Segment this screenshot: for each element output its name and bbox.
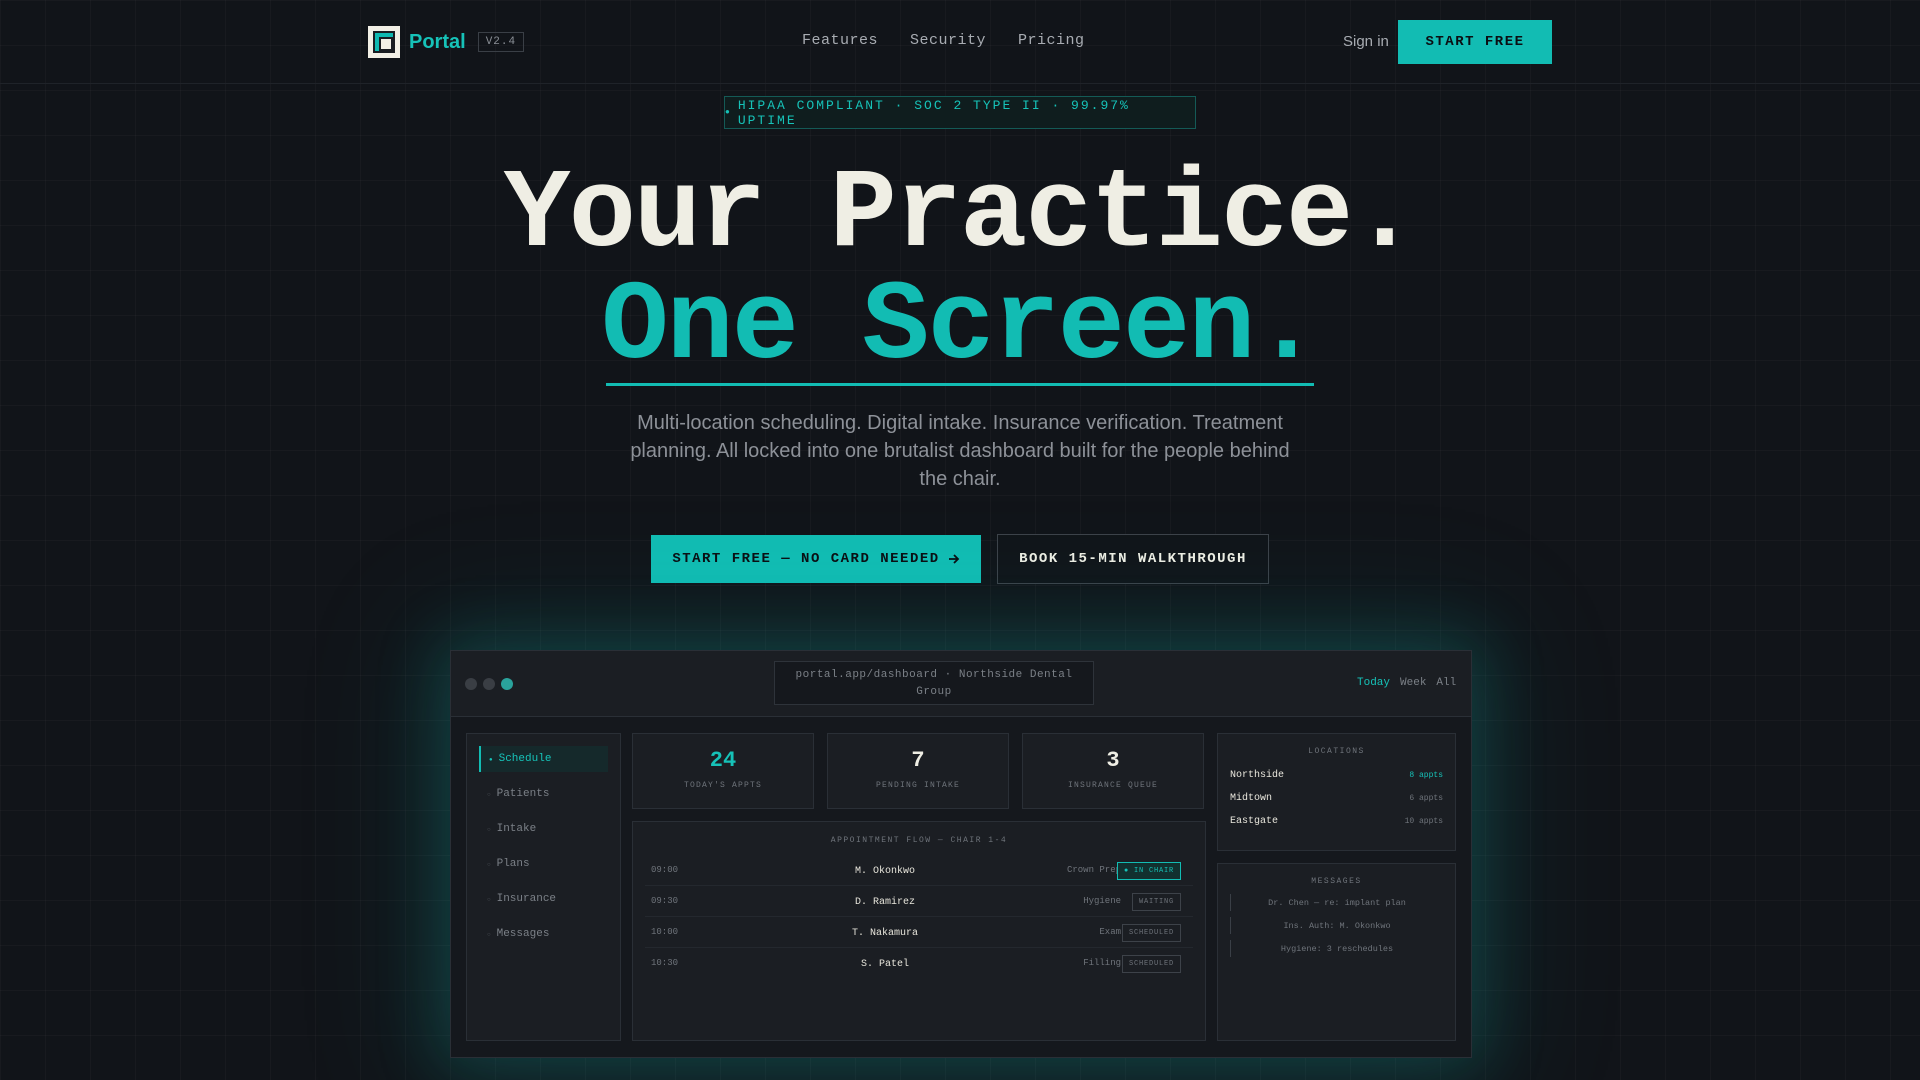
nav-link-features[interactable]: Features (802, 32, 878, 49)
patient-name: D. Ramirez (854, 897, 915, 908)
headline-underline (606, 383, 1314, 386)
location-name: Northside (1230, 770, 1285, 781)
sidebar-item-label: Insurance (496, 893, 557, 905)
stat-card-insurance-queue: 3 INSURANCE QUEUE (1022, 733, 1204, 809)
table-row[interactable]: 10:30 S. Patel Filling SCHEDULED (645, 948, 1193, 979)
status-badge: SCHEDULED (1121, 924, 1181, 942)
location-row[interactable]: Midtown 6 appts (1218, 787, 1455, 810)
bullet-icon: ● (489, 755, 493, 763)
patient-name: S. Patel (860, 959, 909, 970)
arrow-right-icon (948, 554, 959, 564)
stat-card-pending-intake: 7 PENDING INTAKE (827, 733, 1009, 809)
window-controls (465, 678, 513, 690)
sidebar-item-intake[interactable]: ○ Intake (479, 816, 608, 842)
window-dot-icon (501, 678, 513, 690)
table-row[interactable]: 09:00 M. Okonkwo Crown Prep ● IN CHAIR (645, 855, 1193, 886)
book-walkthrough-button[interactable]: BOOK 15-MIN WALKTHROUGH (997, 534, 1269, 584)
window-titlebar: portal.app/dashboard · Northside Dental … (451, 651, 1471, 717)
compliance-badge: ● HIPAA COMPLIANT · SOC 2 TYPE II · 99.9… (724, 96, 1196, 129)
sidebar-item-plans[interactable]: ○ Plans (479, 851, 608, 877)
top-nav: Portal V2.4 Features Security Pricing Si… (0, 0, 1920, 84)
stat-label: TODAY'S APPTS (683, 781, 762, 790)
appointment-time: 10:00 (651, 927, 679, 937)
sidebar-item-label: Intake (496, 823, 537, 835)
appointment-type: Filling (1083, 958, 1121, 968)
status-badge: ● IN CHAIR (1116, 862, 1181, 880)
locations-panel: LOCATIONS Northside 8 appts Midtown 6 ap… (1217, 733, 1456, 851)
window-dot-icon (483, 678, 495, 690)
appointment-flow-panel: APPOINTMENT FLOW — CHAIR 1-4 09:00 M. Ok… (632, 821, 1206, 1041)
nav-link-pricing[interactable]: Pricing (1018, 32, 1085, 49)
dashboard-preview: portal.app/dashboard · Northside Dental … (450, 650, 1472, 1058)
location-count: 6 appts (1409, 794, 1443, 803)
window-dot-icon (465, 678, 477, 690)
message-item[interactable]: Ins. Auth: M. Okonkwo (1230, 917, 1443, 934)
compliance-badge-text: HIPAA COMPLIANT · SOC 2 TYPE II · 99.97%… (737, 97, 1130, 128)
headline-line-2: One Screen. (601, 264, 1320, 391)
start-free-button[interactable]: START FREE (1398, 20, 1552, 64)
version-badge: V2.4 (477, 32, 525, 52)
tab-all[interactable]: All (1436, 677, 1456, 689)
sidebar-item-label: Schedule (498, 753, 552, 765)
sidebar-item-schedule[interactable]: ● Schedule (479, 746, 608, 772)
stat-label: PENDING INTAKE (875, 781, 960, 790)
sidebar-item-messages[interactable]: ○ Messages (479, 921, 608, 947)
table-row[interactable]: 10:00 T. Nakamura Exam SCHEDULED (645, 917, 1193, 948)
bullet-icon: ○ (487, 790, 491, 798)
locations-title: LOCATIONS (1308, 747, 1365, 756)
stat-value: 7 (911, 748, 925, 773)
hero-subtitle: Multi-location scheduling. Digital intak… (630, 412, 1290, 490)
location-row[interactable]: Eastgate 10 appts (1218, 810, 1455, 833)
appointment-time: 10:30 (651, 958, 679, 968)
table-row[interactable]: 09:30 D. Ramirez Hygiene WAITING (645, 886, 1193, 917)
dashboard-sidebar: ● Schedule ○ Patients ○ Intake ○ Plans ○ Insu… (466, 733, 621, 1041)
location-count: 10 appts (1404, 817, 1443, 826)
message-item[interactable]: Dr. Chen — re: implant plan (1230, 894, 1443, 911)
nav-links: Features Security Pricing (802, 32, 1085, 49)
sidebar-item-label: Messages (496, 928, 550, 940)
location-count: 8 appts (1409, 771, 1443, 780)
message-item[interactable]: Hygiene: 3 reschedules (1230, 940, 1443, 957)
nav-link-security[interactable]: Security (910, 32, 986, 49)
sidebar-item-patients[interactable]: ○ Patients (479, 781, 608, 807)
location-row[interactable]: Northside 8 appts (1218, 764, 1455, 787)
brand-name: Portal (409, 30, 466, 53)
patient-name: M. Okonkwo (854, 866, 915, 877)
appointment-type: Exam (1099, 927, 1121, 937)
sidebar-item-label: Patients (496, 788, 550, 800)
bullet-icon: ○ (487, 895, 491, 903)
location-name: Midtown (1230, 793, 1273, 804)
status-dot-icon: ● (725, 108, 732, 117)
appointment-time: 09:30 (651, 896, 679, 906)
sign-in-link[interactable]: Sign in (1343, 33, 1389, 50)
bullet-icon: ○ (487, 860, 491, 868)
location-name: Eastgate (1230, 816, 1279, 827)
address-bar: portal.app/dashboard · Northside Dental … (774, 661, 1094, 705)
appointment-time: 09:00 (651, 865, 679, 875)
logo-icon (368, 26, 400, 58)
brand[interactable]: Portal V2.4 (368, 26, 525, 58)
headline-line-1: Your Practice. (503, 152, 1419, 279)
messages-title: MESSAGES (1311, 877, 1362, 886)
sidebar-item-label: Plans (496, 858, 530, 870)
tab-week[interactable]: Week (1400, 677, 1426, 689)
status-badge: SCHEDULED (1121, 955, 1181, 973)
patient-name: T. Nakamura (851, 928, 918, 939)
view-tabs: Today Week All (1357, 677, 1456, 689)
stat-label: INSURANCE QUEUE (1067, 781, 1158, 790)
bullet-icon: ○ (487, 825, 491, 833)
status-badge: WAITING (1131, 893, 1181, 911)
appointment-type: Crown Prep (1066, 865, 1121, 875)
stat-card-appointments: 24 TODAY'S APPTS (632, 733, 814, 809)
tab-today[interactable]: Today (1357, 677, 1390, 689)
messages-panel: MESSAGES Dr. Chen — re: implant plan Ins… (1217, 863, 1456, 1041)
bullet-icon: ○ (487, 930, 491, 938)
stat-value: 3 (1106, 748, 1120, 773)
start-free-no-card-button[interactable]: START FREE — NO CARD NEEDED (651, 535, 981, 583)
appointment-flow-title: APPOINTMENT FLOW — CHAIR 1-4 (830, 836, 1008, 845)
stat-value: 24 (709, 748, 737, 773)
appointment-type: Hygiene (1083, 896, 1121, 906)
start-free-no-card-label: START FREE — NO CARD NEEDED (672, 551, 940, 567)
sidebar-item-insurance[interactable]: ○ Insurance (479, 886, 608, 912)
